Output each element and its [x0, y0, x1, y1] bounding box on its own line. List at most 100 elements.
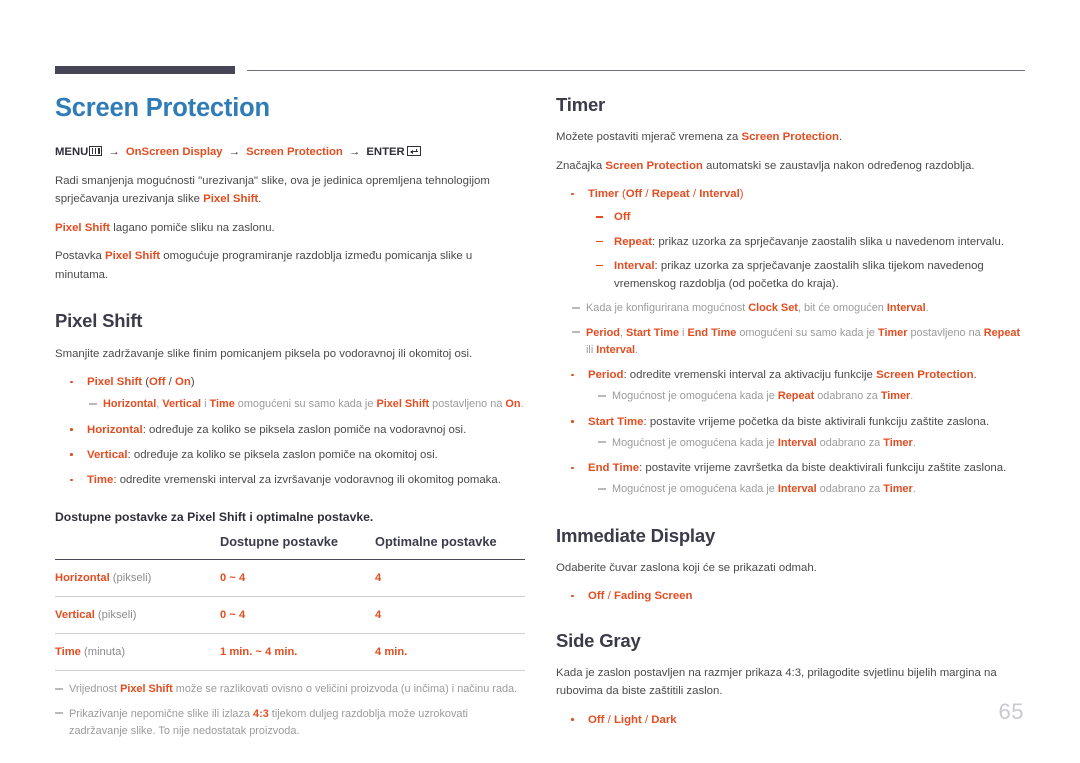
- note-hl-pixelshift: Pixel Shift: [376, 398, 430, 411]
- bullet-text-time: : odredite vremenski interval za izvršav…: [113, 474, 501, 487]
- bullet-label-vertical: Vertical: [87, 448, 128, 461]
- note-period-t4: postavljeno na: [907, 326, 984, 339]
- right-column: Timer Možete postaviti mjerač vremena za…: [556, 94, 1028, 736]
- intro-p1-text-b: .: [258, 193, 262, 206]
- cell-available: 1 min. ~ 4 min.: [220, 633, 375, 672]
- note-text-b: odabrano za: [814, 390, 881, 403]
- note-hl-interval-2: Interval: [596, 343, 636, 356]
- bullet-label-end-time: End Time: [588, 462, 640, 475]
- timer-sub-list: Off Repeat: prikaz uzorka za sprječavanj…: [588, 208, 1028, 293]
- list-item: Interval: prikaz uzorka za sprječavanje …: [588, 257, 1028, 294]
- table-caption: Dostupne postavke za Pixel Shift i optim…: [55, 510, 374, 525]
- timer-bullet-list: Timer (Off / Repeat / Interval) Off Repe…: [556, 185, 1028, 498]
- table-note-2-text-a: Prikazivanje nepomične slike ili izlaza: [69, 707, 254, 720]
- note-dash-icon: [572, 331, 580, 333]
- timer-p2-text-b: automatski se zaustavlja nakon određenog…: [702, 159, 975, 172]
- list-item: Timer (Off / Repeat / Interval) Off Repe…: [556, 185, 1028, 359]
- bullet-label-pixel-shift: Pixel Shift: [87, 376, 143, 389]
- bullet-label-time: Time: [87, 474, 114, 487]
- setting-unit: (pikseli): [109, 572, 152, 585]
- timer-paren-close: ): [739, 188, 744, 201]
- note-hl-period: Period: [586, 326, 620, 339]
- cell-optimal: 4 min.: [375, 633, 525, 672]
- column-header-optimal: Optimalne postavke: [375, 534, 525, 561]
- bullet-text-period-a: : odredite vremenski interval za aktivac…: [623, 369, 877, 382]
- section-title-pixel-shift: Pixel Shift: [55, 310, 143, 332]
- intro-p1-highlight: Pixel Shift: [203, 193, 259, 206]
- timer-paragraph-1: Možete postaviti mjerač vremena za Scree…: [556, 128, 1028, 146]
- section-title-immediate-display: Immediate Display: [556, 524, 716, 546]
- note-dash-icon: [598, 441, 606, 444]
- option-repeat: Repeat: [651, 188, 690, 201]
- bullet-dot-icon: [571, 373, 574, 377]
- bullet-dot-icon: [70, 380, 73, 384]
- cell-optimal: 4: [375, 596, 525, 635]
- note-period-t3: omogućeni su samo kada je: [736, 326, 878, 339]
- section-title-timer: Timer: [556, 94, 606, 115]
- section-title-side-gray: Side Gray: [556, 629, 641, 651]
- note-text-4: postavljeno na: [429, 398, 506, 411]
- table-note-1-text-b: može se razlikovati ovisno o veličini pr…: [172, 683, 518, 696]
- option-sep-1: /: [604, 713, 614, 726]
- note-dash-icon: [55, 687, 63, 690]
- timer-p1-highlight: Screen Protection: [741, 131, 839, 144]
- note-hl-repeat: Repeat: [983, 326, 1021, 339]
- note-dash-icon: [55, 712, 63, 714]
- page-number: 65: [998, 699, 1024, 724]
- note-text-b: odabrano za: [816, 483, 884, 496]
- note-hl-2: Timer: [883, 436, 913, 449]
- note-period-t5: ili: [586, 343, 597, 356]
- note-text-a: Mogućnost je omogućena kada je: [612, 390, 778, 403]
- bullet-text-start-time: : postavite vrijeme početka da biste akt…: [643, 415, 990, 428]
- list-item: Period: odredite vremenski interval za a…: [556, 366, 1028, 405]
- timer-p1-text-a: Možete postaviti mjerač vremena za: [556, 131, 742, 144]
- bullet-dot-icon: [571, 466, 574, 470]
- bullet-label-horizontal: Horizontal: [87, 423, 143, 436]
- bullet-hl-screen-protection: Screen Protection: [876, 369, 974, 382]
- setting-name-time: Time: [55, 646, 81, 659]
- list-item: Start Time: postavite vrijeme početka da…: [556, 413, 1028, 452]
- option-off: Off: [149, 376, 166, 389]
- bullet-label-timer: Timer: [588, 188, 619, 201]
- note-text-3: omogućeni su samo kada je: [234, 398, 377, 411]
- sub-label-repeat: Repeat: [614, 235, 652, 248]
- setting-unit: (pikseli): [94, 609, 137, 622]
- list-item: Off / Fading Screen: [556, 587, 1028, 605]
- note-hl-1: Interval: [777, 483, 817, 496]
- note-dash-icon: [598, 394, 606, 397]
- option-interval: Interval: [699, 188, 740, 201]
- menu-label: MENU: [55, 146, 89, 159]
- header-rule-thick: [55, 66, 235, 74]
- note-hl-horizontal: Horizontal: [103, 398, 157, 411]
- timer-paren-open: (: [618, 188, 626, 201]
- note-text-2: i: [201, 398, 210, 411]
- option-off: Off: [588, 713, 605, 726]
- table-note-1-highlight: Pixel Shift: [120, 683, 173, 696]
- timer-paragraph-2: Značajka Screen Protection automatski se…: [556, 157, 1028, 175]
- timer-p1-text-b: .: [838, 131, 843, 144]
- list-item: Time: odredite vremenski interval za izv…: [55, 471, 525, 489]
- note-hl-2: Timer: [883, 483, 913, 496]
- cell-setting-name: Time (minuta): [55, 633, 220, 672]
- table-note-2: Prikazivanje nepomične slike ili izlaza …: [55, 706, 525, 740]
- side-gray-description: Kada je zaslon postavljen na razmjer pri…: [556, 666, 997, 698]
- table-note-1-text-a: Vrijednost: [69, 683, 121, 696]
- option-fading-screen: Fading Screen: [613, 590, 693, 603]
- pixel-shift-settings-table: Dostupne postavke Optimalne postavke Hor…: [55, 534, 525, 672]
- list-item: Vertical: određuje za koliko se piksela …: [55, 446, 525, 464]
- option-sep-2: /: [689, 188, 700, 201]
- immediate-display-description: Odaberite čuvar zaslona koji će se prika…: [556, 561, 817, 574]
- sub-dash-icon: [596, 216, 603, 218]
- breadcrumb-arrow-3: →: [348, 146, 361, 159]
- bullet-dot-icon: [571, 718, 574, 721]
- sub-label-off: Off: [614, 211, 631, 224]
- note-text-b: odabrano za: [816, 436, 884, 449]
- note-text-c: .: [912, 483, 916, 496]
- intro-paragraph-3: Postavka Pixel Shift omogućuje programir…: [55, 247, 525, 284]
- cell-available: 0 ~ 4: [220, 559, 375, 598]
- table-row: Time (minuta) 1 min. ~ 4 min. 4 min.: [55, 633, 525, 672]
- note-hl-timer: Timer: [878, 326, 908, 339]
- note-text-5: .: [520, 398, 524, 411]
- intro-p3-text-a: Postavka: [55, 250, 106, 263]
- column-header-available: Dostupne postavke: [220, 534, 375, 561]
